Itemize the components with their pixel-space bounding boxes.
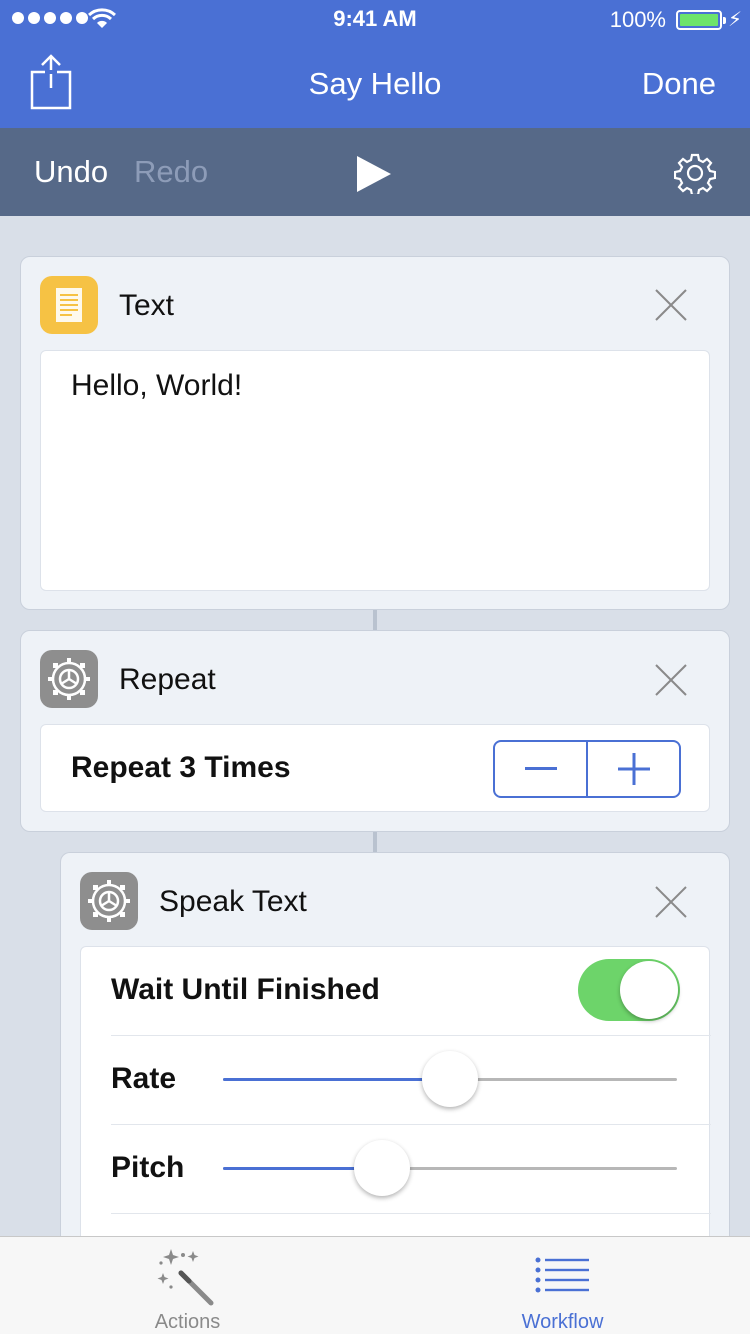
text-action-card[interactable]: Text Hello, World! — [20, 256, 730, 610]
run-workflow-button[interactable] — [355, 154, 393, 194]
repeat-stepper[interactable] — [493, 740, 681, 798]
plus-icon — [617, 753, 650, 785]
tab-workflow-label: Workflow — [521, 1311, 604, 1333]
top-bar: 9:41 AM 100% ⚡ Say Hello Done — [0, 0, 750, 128]
pitch-slider[interactable] — [223, 1140, 677, 1196]
done-button[interactable]: Done — [642, 66, 716, 102]
speak-text-action-card[interactable]: Speak Text Wait Until Finished Rate Pitc… — [60, 852, 730, 1286]
tab-bar: Actions Workflow — [0, 1236, 750, 1334]
row-divider — [111, 1213, 711, 1214]
editor-toolbar: Undo Redo — [0, 128, 750, 216]
close-icon[interactable] — [654, 288, 688, 322]
battery-percent: 100% — [609, 7, 666, 32]
speak-options-panel: Wait Until Finished Rate Pitch — [80, 946, 711, 1286]
speak-text-action-title: Speak Text — [159, 885, 307, 918]
tab-actions[interactable]: Actions — [0, 1237, 375, 1334]
slider-thumb[interactable] — [422, 1051, 478, 1107]
repeat-action-title: Repeat — [119, 663, 216, 696]
close-icon[interactable] — [654, 885, 688, 919]
status-bar: 9:41 AM 100% ⚡ — [0, 0, 750, 40]
slider-thumb[interactable] — [353, 1140, 410, 1196]
text-action-title: Text — [119, 289, 175, 322]
action-connector — [373, 832, 377, 852]
row-divider — [111, 1124, 711, 1125]
text-content-field[interactable]: Hello, World! — [40, 350, 710, 591]
wait-until-finished-toggle[interactable] — [578, 959, 680, 1021]
charging-bolt-icon: ⚡ — [727, 9, 742, 31]
gear-icon — [40, 650, 98, 708]
pitch-label: Pitch — [111, 1151, 185, 1184]
increment-button[interactable] — [586, 742, 679, 796]
repeat-action-card[interactable]: Repeat Repeat 3 Times — [20, 630, 730, 832]
decrement-button[interactable] — [495, 742, 586, 796]
slider-fill — [223, 1078, 450, 1081]
close-icon[interactable] — [654, 663, 688, 697]
text-content-value: Hello, World! — [71, 369, 243, 402]
tab-workflow[interactable]: Workflow — [375, 1237, 750, 1334]
list-icon — [535, 1257, 589, 1293]
redo-button[interactable]: Redo — [134, 154, 208, 190]
row-divider — [111, 1035, 711, 1036]
battery-icon — [676, 10, 726, 30]
tab-actions-label: Actions — [154, 1311, 221, 1333]
rate-slider[interactable] — [223, 1051, 677, 1107]
settings-gear-icon[interactable] — [674, 152, 716, 194]
text-document-icon — [40, 276, 98, 334]
rate-label: Rate — [111, 1062, 177, 1095]
minus-icon — [524, 767, 557, 770]
repeat-count-label: Repeat 3 Times — [71, 751, 291, 784]
repeat-count-row: Repeat 3 Times — [40, 724, 710, 812]
workflow-title: Say Hello — [308, 66, 442, 101]
toggle-knob — [620, 961, 678, 1019]
undo-button[interactable]: Undo — [34, 154, 108, 190]
wait-until-finished-label: Wait Until Finished — [111, 973, 380, 1006]
magic-wand-icon — [157, 1249, 214, 1306]
action-connector — [373, 610, 377, 630]
gear-icon — [80, 872, 138, 930]
